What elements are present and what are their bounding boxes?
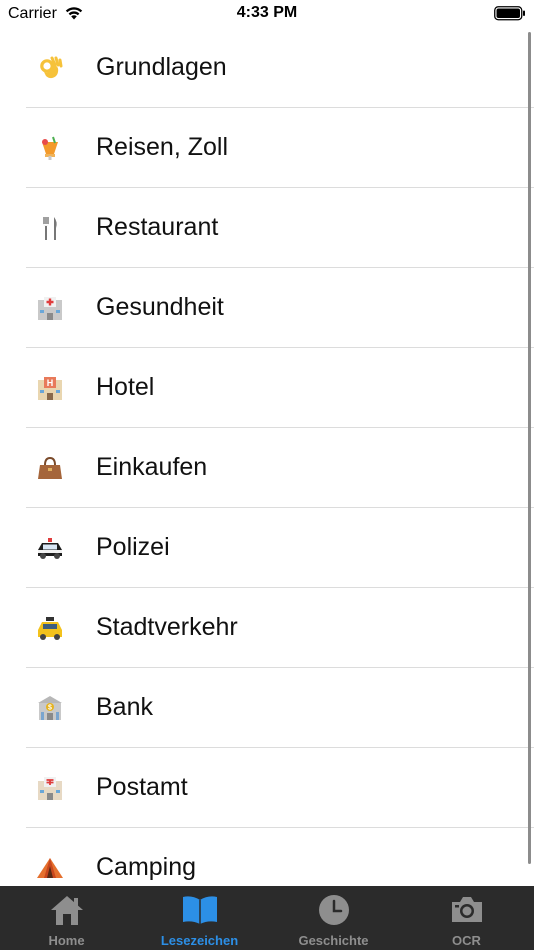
list-item[interactable]: Restaurant bbox=[0, 188, 534, 268]
tab-label: Geschichte bbox=[298, 933, 369, 948]
home-icon bbox=[50, 894, 84, 931]
list-item-label: Gesundheit bbox=[96, 293, 224, 321]
hotel-icon: H bbox=[36, 374, 64, 402]
svg-text:H: H bbox=[47, 378, 54, 388]
list-item[interactable]: H Hotel bbox=[0, 348, 534, 428]
list-item-label: Polizei bbox=[96, 533, 170, 561]
clock-icon bbox=[318, 894, 350, 931]
list-item[interactable]: Polizei bbox=[0, 508, 534, 588]
taxi-icon bbox=[36, 614, 64, 642]
book-icon bbox=[181, 894, 219, 931]
tent-icon bbox=[36, 854, 64, 882]
list-item-label: Reisen, Zoll bbox=[96, 133, 228, 161]
list-item-label: Hotel bbox=[96, 373, 155, 401]
camera-icon bbox=[450, 894, 484, 929]
list-item-label: Einkaufen bbox=[96, 453, 208, 481]
tab-label: Home bbox=[48, 933, 85, 948]
tab-label: OCR bbox=[452, 933, 481, 948]
fork-knife-icon bbox=[36, 214, 64, 242]
list-item[interactable]: Reisen, Zoll bbox=[0, 108, 534, 188]
tab-home[interactable]: Home bbox=[0, 886, 133, 950]
list-item[interactable]: $ Bank bbox=[0, 668, 534, 748]
list-item-label: Postamt bbox=[96, 773, 188, 801]
list-item[interactable]: Einkaufen bbox=[0, 428, 534, 508]
hospital-icon bbox=[36, 294, 64, 322]
status-time: 4:33 PM bbox=[236, 4, 298, 21]
tropical-drink-icon bbox=[36, 134, 64, 162]
svg-text:$: $ bbox=[48, 705, 52, 712]
category-list: Grundlagen Reisen, Zoll Restaurant Gesun… bbox=[0, 28, 534, 886]
list-item-label: Bank bbox=[96, 693, 153, 721]
list-item[interactable]: Gesundheit bbox=[0, 268, 534, 348]
list-item-label: Grundlagen bbox=[96, 53, 227, 81]
status-bar: Carrier 4:33 PM bbox=[0, 0, 534, 28]
battery-icon bbox=[494, 6, 526, 26]
list-item[interactable]: Stadtverkehr bbox=[0, 588, 534, 668]
scroll-indicator[interactable] bbox=[528, 32, 531, 864]
list-item-label: Restaurant bbox=[96, 213, 219, 241]
tab-geschichte[interactable]: Geschichte bbox=[267, 886, 400, 950]
list-item[interactable]: Postamt bbox=[0, 748, 534, 828]
ok-hand-icon bbox=[36, 54, 64, 82]
tab-ocr[interactable]: OCR bbox=[400, 886, 533, 950]
tab-bar: Home Lesezeichen Geschichte OCR bbox=[0, 886, 534, 950]
post-office-icon bbox=[36, 774, 64, 802]
tab-label: Lesezeichen bbox=[160, 933, 239, 948]
list-item[interactable]: Grundlagen bbox=[0, 28, 534, 108]
handbag-icon bbox=[36, 454, 64, 482]
list-item-label: Stadtverkehr bbox=[96, 613, 238, 641]
police-car-icon bbox=[36, 534, 64, 562]
list-item-label: Camping bbox=[96, 853, 197, 881]
list-item[interactable]: Camping bbox=[0, 828, 534, 886]
bank-icon: $ bbox=[36, 694, 64, 722]
tab-lesezeichen[interactable]: Lesezeichen bbox=[133, 886, 266, 950]
